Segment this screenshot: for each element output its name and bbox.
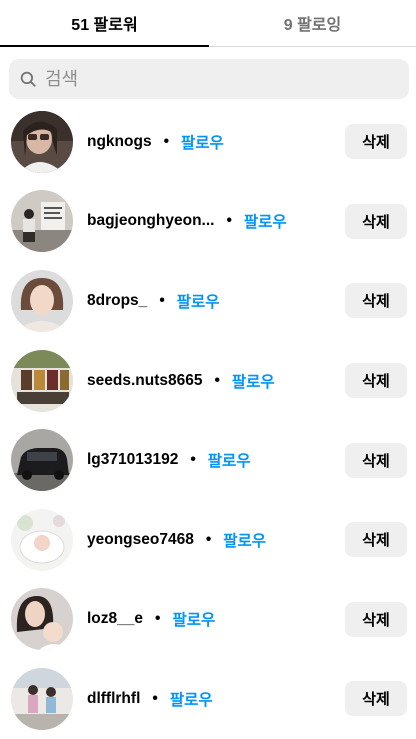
list-item[interactable]: dlfflrhfl • 팔로우 삭제: [0, 659, 416, 739]
separator-dot: •: [226, 212, 232, 230]
user-info: dlfflrhfl • 팔로우: [87, 688, 213, 710]
tab-bar: 51 팔로워 9 팔로잉: [0, 0, 416, 47]
follow-button[interactable]: 팔로우: [223, 529, 266, 551]
follow-button[interactable]: 팔로우: [172, 608, 215, 630]
follow-button[interactable]: 팔로우: [232, 370, 275, 392]
list-item[interactable]: loz8__e • 팔로우 삭제: [0, 580, 416, 660]
separator-dot: •: [163, 132, 170, 150]
avatar[interactable]: [11, 349, 73, 412]
remove-button[interactable]: 삭제: [345, 522, 407, 558]
follow-button[interactable]: 팔로우: [181, 131, 224, 153]
list-item[interactable]: lg371013192 • 팔로우 삭제: [0, 420, 416, 500]
list-item[interactable]: ngknogs • 팔로우 삭제: [0, 102, 416, 182]
username[interactable]: lg371013192: [87, 451, 178, 469]
tab-followers[interactable]: 51 팔로워: [0, 0, 209, 47]
follow-button[interactable]: 팔로우: [244, 210, 287, 232]
separator-dot: •: [152, 689, 158, 707]
avatar[interactable]: [11, 190, 73, 253]
list-item[interactable]: bagjeonghyeon... • 팔로우 삭제: [0, 182, 416, 262]
avatar[interactable]: [11, 667, 73, 730]
user-info: bagjeonghyeon... • 팔로우: [87, 210, 287, 232]
tab-following[interactable]: 9 팔로잉: [209, 0, 416, 46]
remove-button[interactable]: 삭제: [345, 203, 407, 239]
remove-button[interactable]: 삭제: [345, 124, 407, 160]
avatar[interactable]: [11, 508, 73, 571]
avatar[interactable]: [11, 588, 73, 651]
username[interactable]: ngknogs: [87, 133, 152, 151]
search-bar[interactable]: [9, 59, 409, 99]
remove-button[interactable]: 삭제: [345, 283, 407, 319]
list-item[interactable]: seeds.nuts8665 • 팔로우 삭제: [0, 341, 416, 421]
username[interactable]: seeds.nuts8665: [87, 372, 202, 390]
follow-button[interactable]: 팔로우: [208, 449, 251, 471]
user-info: seeds.nuts8665 • 팔로우: [87, 370, 275, 392]
follow-button[interactable]: 팔로우: [170, 688, 213, 710]
user-info: ngknogs • 팔로우: [87, 131, 224, 153]
user-info: loz8__e • 팔로우: [87, 608, 215, 630]
user-info: yeongseo7468 • 팔로우: [87, 529, 266, 551]
username[interactable]: dlfflrhfl: [87, 690, 140, 708]
list-item[interactable]: yeongseo7468 • 팔로우 삭제: [0, 500, 416, 580]
separator-dot: •: [214, 371, 220, 389]
search-input[interactable]: [45, 68, 385, 90]
username[interactable]: bagjeonghyeon...: [87, 212, 214, 230]
separator-dot: •: [159, 291, 165, 309]
follow-button[interactable]: 팔로우: [177, 290, 220, 312]
remove-button[interactable]: 삭제: [345, 681, 407, 717]
follower-list: ngknogs • 팔로우 삭제 bagjeonghyeon... • 팔로우: [0, 102, 416, 739]
separator-dot: •: [155, 610, 161, 628]
remove-button[interactable]: 삭제: [345, 442, 407, 478]
username[interactable]: yeongseo7468: [87, 531, 194, 549]
separator-dot: •: [205, 530, 212, 548]
avatar[interactable]: [11, 429, 73, 492]
list-item[interactable]: 8drops_ • 팔로우 삭제: [0, 261, 416, 341]
avatar[interactable]: [11, 110, 73, 173]
avatar[interactable]: [11, 269, 73, 332]
user-info: 8drops_ • 팔로우: [87, 290, 220, 312]
search-icon: [20, 71, 36, 87]
remove-button[interactable]: 삭제: [345, 601, 407, 637]
separator-dot: •: [190, 451, 196, 469]
remove-button[interactable]: 삭제: [345, 363, 407, 399]
username[interactable]: 8drops_: [87, 292, 147, 310]
user-info: lg371013192 • 팔로우: [87, 449, 251, 471]
username[interactable]: loz8__e: [87, 610, 143, 628]
